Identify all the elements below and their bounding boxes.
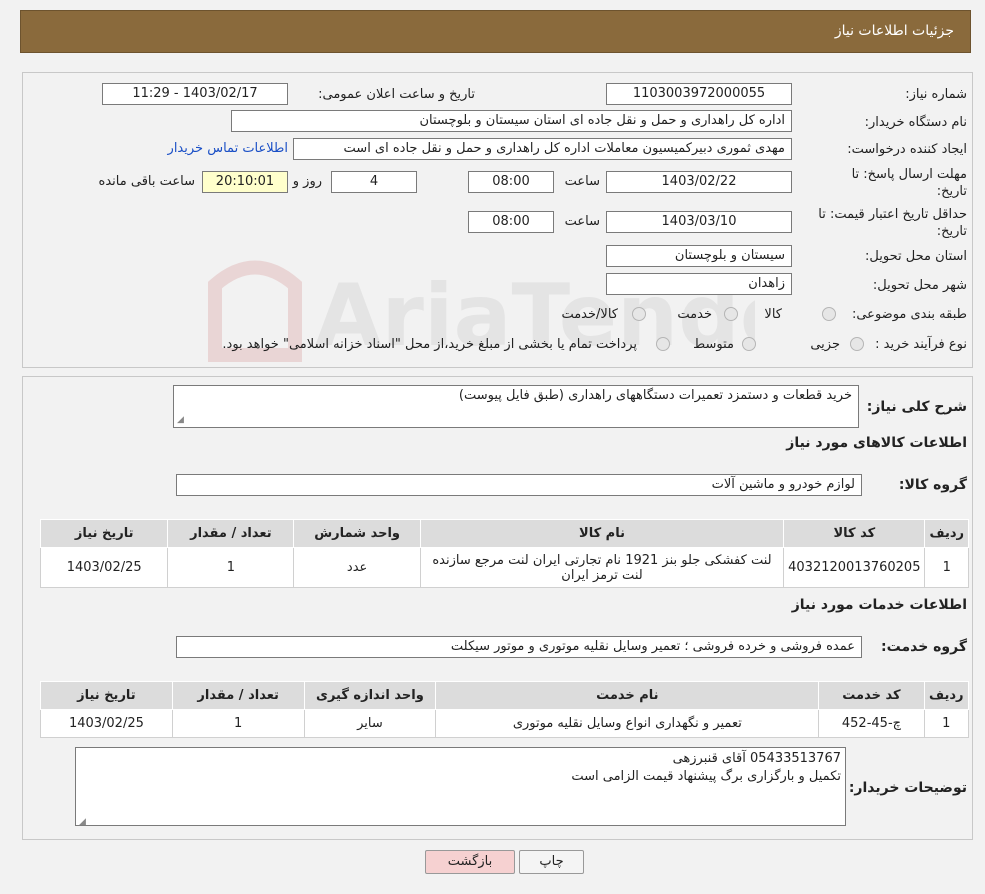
buyer-notes-field: 05433513767 آقای قنبرزهی تکمیل و بارگزار… <box>75 747 846 827</box>
creator-field: مهدی ثموری دبیرکمیسیون معاملات اداره کل … <box>293 138 792 160</box>
goods-table: ردیف کد کالا نام کالا واحد شمارش تعداد /… <box>39 519 969 588</box>
province-field: سیستان و بلوچستان <box>606 245 792 267</box>
services-table-header: ردیف کد خدمت نام خدمت واحد اندازه گیری ت… <box>40 681 970 710</box>
deadline-time-field: 08:00 <box>468 171 554 193</box>
page-header: جزئیات اطلاعات نیاز <box>20 10 971 53</box>
validity-label-date: تاریخ: <box>936 224 967 239</box>
buyer-field: اداره کل راهداری و حمل و نقل جاده ای است… <box>231 110 792 132</box>
buyer-notes-line-2: تکمیل و بارگزاری برگ پیشنهاد قیمت الزامی… <box>571 769 841 784</box>
resize-handle-icon[interactable]: ◢ <box>79 813 89 827</box>
deadline-label-date: تاریخ: <box>936 184 967 199</box>
goods-group-field: لوازم خودرو و ماشین آلات <box>176 474 862 496</box>
city-label: شهر محل تحویل: <box>872 278 967 293</box>
col-quantity: تعداد / مقدار <box>171 681 305 710</box>
page-title: جزئیات اطلاعات نیاز <box>834 23 954 39</box>
cell-row: 1 <box>923 709 970 738</box>
deadline-label: مهلت ارسال پاسخ: تا <box>851 167 967 182</box>
buyer-contact-link[interactable]: اطلاعات تماس خریدار <box>168 141 288 156</box>
col-goods-name: نام کالا <box>419 519 785 548</box>
category-label: طبقه بندی موضوعی: <box>851 307 967 322</box>
col-goods-code: کد کالا <box>783 519 926 548</box>
table-row: 1 چ-45-452 تعمیر و نگهداری انواع وسایل ن… <box>40 709 970 738</box>
category-goods-radio[interactable] <box>822 307 836 321</box>
validity-label: حداقل تاریخ اعتبار قیمت: تا <box>818 207 967 222</box>
col-unit: واحد شمارش <box>293 519 421 548</box>
process-medium-radio[interactable] <box>742 337 756 351</box>
buyer-notes-line-1: 05433513767 آقای قنبرزهی <box>672 751 841 766</box>
cell-service-name: تعمیر و نگهداری انواع وسایل نقلیه موتوری <box>435 709 820 738</box>
creator-label: ایجاد کننده درخواست: <box>847 142 967 157</box>
col-measure-unit: واحد اندازه گیری <box>303 681 437 710</box>
col-service-name: نام خدمت <box>435 681 820 710</box>
goods-section-title: اطلاعات کالاهای مورد نیاز <box>786 435 967 451</box>
process-label: نوع فرآیند خرید : <box>875 337 967 352</box>
need-description-text: خرید قطعات و دستمزد تعمیرات دستگاههای را… <box>458 388 852 403</box>
remaining-time-field: 20:10:01 <box>202 171 288 193</box>
category-service-label: خدمت <box>677 307 712 322</box>
cell-unit: عدد <box>293 547 421 588</box>
service-group-label: گروه خدمت: <box>881 639 967 655</box>
cell-goods-code: 4032120013760205 <box>783 547 926 588</box>
col-need-date: تاریخ نیاز <box>40 681 173 710</box>
col-row: ردیف <box>924 519 969 548</box>
resize-handle-icon[interactable]: ◢ <box>177 415 187 425</box>
validity-date-field: 1403/03/10 <box>606 211 792 233</box>
process-minor-radio[interactable] <box>850 337 864 351</box>
validity-time-label: ساعت <box>564 214 600 229</box>
col-row: ردیف <box>923 681 970 710</box>
process-medium-label: متوسط <box>693 337 734 352</box>
validity-time-field: 08:00 <box>468 211 554 233</box>
buyer-notes-label: توضیحات خریدار: <box>848 780 967 796</box>
process-note: پرداخت تمام یا بخشی از مبلغ خرید،از محل … <box>222 337 637 352</box>
process-treasury-checkbox[interactable] <box>656 337 670 351</box>
col-need-date: تاریخ نیاز <box>39 519 169 548</box>
category-goods-label: کالا <box>764 307 782 322</box>
province-label: استان محل تحویل: <box>865 249 967 264</box>
category-service-radio[interactable] <box>724 307 738 321</box>
services-section-title: اطلاعات خدمات مورد نیاز <box>791 597 967 613</box>
need-number-label: شماره نیاز: <box>905 87 967 102</box>
deadline-time-label: ساعت <box>564 174 600 189</box>
buyer-label: نام دستگاه خریدار: <box>864 115 967 130</box>
service-group-field: عمده فروشی و خرده فروشی ؛ تعمیر وسایل نق… <box>176 636 862 658</box>
category-both-label: کالا/خدمت <box>561 307 618 322</box>
process-minor-label: جزیی <box>810 337 840 352</box>
col-quantity: تعداد / مقدار <box>167 519 295 548</box>
goods-table-header: ردیف کد کالا نام کالا واحد شمارش تعداد /… <box>39 519 969 548</box>
deadline-date-field: 1403/02/22 <box>606 171 792 193</box>
cell-row: 1 <box>924 547 969 588</box>
col-service-code: کد خدمت <box>818 681 925 710</box>
cell-need-date: 1403/02/25 <box>40 709 173 738</box>
cell-service-code: چ-45-452 <box>818 709 925 738</box>
cell-quantity: 1 <box>171 709 305 738</box>
need-description-label: شرح کلی نیاز: <box>866 399 967 415</box>
remaining-label: ساعت باقی مانده <box>98 174 195 189</box>
need-number-field: 1103003972000055 <box>606 83 792 105</box>
days-label: روز و <box>292 174 322 189</box>
city-field: زاهدان <box>606 273 792 295</box>
cell-measure-unit: سایر <box>303 709 437 738</box>
cell-goods-name: لنت کفشکی جلو بنز 1921 نام تجارتی ایران … <box>419 547 785 588</box>
announce-label: تاریخ و ساعت اعلان عمومی: <box>318 87 475 102</box>
cell-quantity: 1 <box>167 547 295 588</box>
cell-need-date: 1403/02/25 <box>39 547 169 588</box>
category-both-radio[interactable] <box>632 307 646 321</box>
days-remaining-field: 4 <box>331 171 417 193</box>
goods-group-label: گروه کالا: <box>898 477 967 493</box>
table-row: 1 4032120013760205 لنت کفشکی جلو بنز 192… <box>39 547 969 588</box>
back-button[interactable]: بازگشت <box>425 850 515 874</box>
need-description-field: خرید قطعات و دستمزد تعمیرات دستگاههای را… <box>173 385 859 428</box>
services-table: ردیف کد خدمت نام خدمت واحد اندازه گیری ت… <box>40 681 970 738</box>
announce-field: 1403/02/17 - 11:29 <box>102 83 288 105</box>
print-button[interactable]: چاپ <box>519 850 584 874</box>
